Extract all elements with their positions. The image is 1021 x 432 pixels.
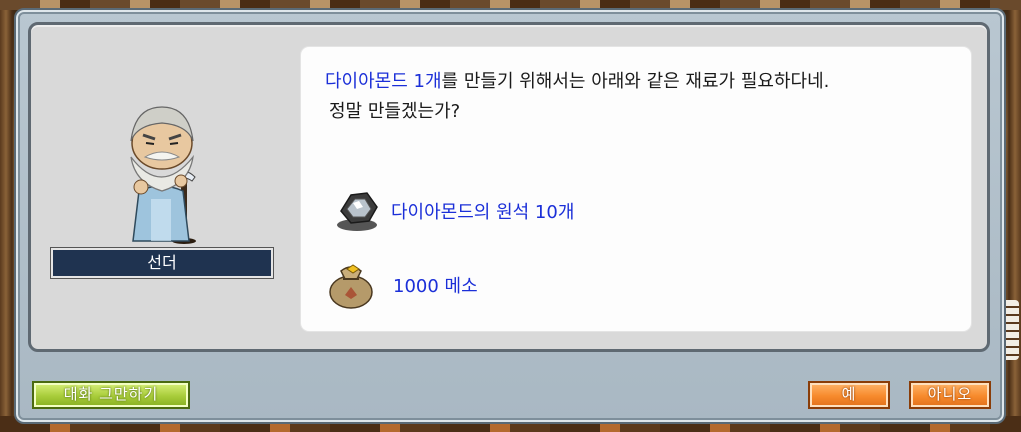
dialog-line1: 를 만들기 위해서는 아래와 같은 재료가 필요하다네. <box>441 71 830 92</box>
end-chat-button[interactable]: 대화 그만하기 <box>32 381 190 409</box>
dialog-content-area: 선더 다이아몬드 1개를 만들기 위해서는 아래와 같은 재료가 필요하다네. … <box>28 22 990 352</box>
crafted-item-name: 다이아몬드 1개 <box>325 71 442 92</box>
yes-button[interactable]: 예 <box>808 381 890 409</box>
npc-portrait-icon <box>130 106 196 244</box>
npc-dialog-window: 선더 다이아몬드 1개를 만들기 위해서는 아래와 같은 재료가 필요하다네. … <box>14 8 1006 424</box>
no-button[interactable]: 아니오 <box>909 381 991 409</box>
requirement-label: 다이아몬드의 원석 10개 <box>391 202 575 223</box>
dialog-text-panel: 다이아몬드 1개를 만들기 위해서는 아래와 같은 재료가 필요하다네. 정말 … <box>301 47 971 331</box>
dialog-line2: 정말 만들겠는가? <box>329 101 461 122</box>
npc-name-plate: 선더 <box>50 247 274 279</box>
requirement-label: 1000 메소 <box>393 276 478 297</box>
meso-bag-icon <box>329 264 373 309</box>
requirement-item: 1000 메소 <box>325 259 478 311</box>
requirement-item: 다이아몬드의 원석 10개 <box>331 185 574 237</box>
npc-portrait-area: 선더 <box>31 25 286 349</box>
diamond-ore-icon <box>337 192 378 231</box>
dialog-message: 다이아몬드 1개를 만들기 위해서는 아래와 같은 재료가 필요하다네. 정말 … <box>325 67 965 127</box>
